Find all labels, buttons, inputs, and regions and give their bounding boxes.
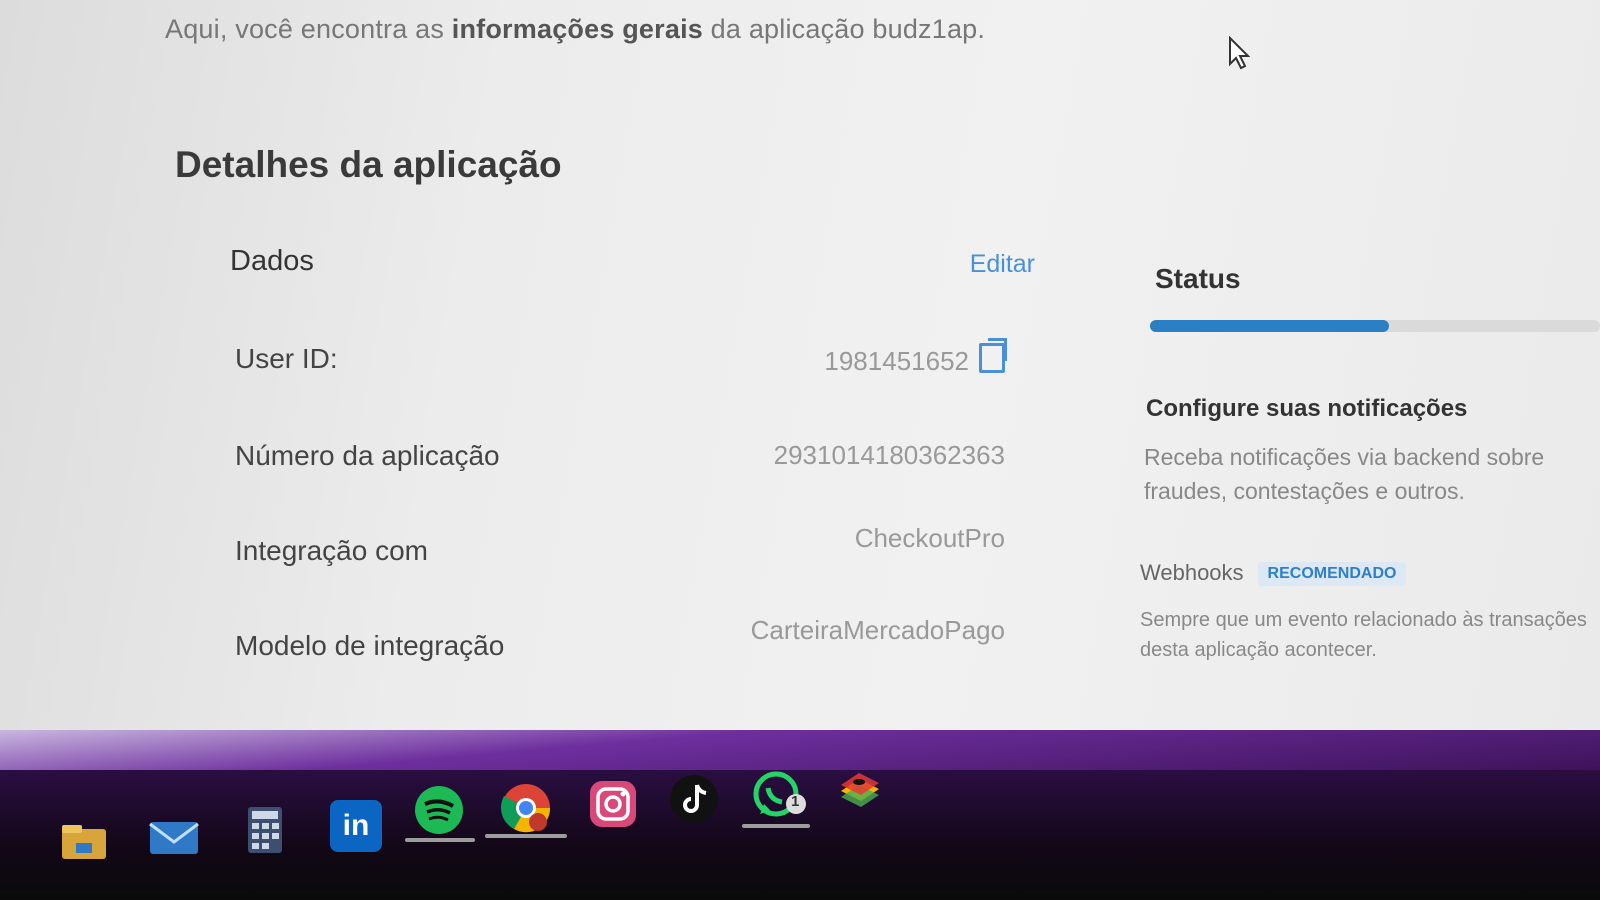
edit-button[interactable]: Editar [970, 250, 1035, 279]
chrome-icon[interactable] [500, 782, 552, 834]
webhooks-label: Webhooks [1140, 560, 1244, 585]
integration-model-row: Modelo de integração CarteiraMercadoPago [225, 615, 1025, 680]
status-title: Status [1155, 263, 1241, 294]
section-title: Detalhes da aplicação [175, 144, 562, 185]
spotify-icon[interactable] [413, 784, 465, 836]
status-progress-fill [1150, 320, 1389, 332]
app-number-row: Número da aplicação 2931014180362363 [225, 440, 1025, 490]
recommended-badge: RECOMENDADO [1257, 562, 1407, 586]
mail-icon[interactable] [148, 810, 200, 862]
taskbar: in 1 [0, 770, 1600, 900]
app-number-value: 2931014180362363 [773, 440, 1005, 470]
bluestacks-icon[interactable] [833, 765, 885, 817]
spotify-active-indicator [405, 838, 475, 842]
webhooks-option[interactable]: Webhooks RECOMENDADO [1140, 560, 1407, 586]
user-id-label: User ID: [235, 343, 338, 374]
status-progress-bar [1150, 320, 1600, 332]
copy-icon[interactable] [979, 338, 1007, 373]
mouse-cursor-icon [1229, 36, 1250, 70]
data-card: Dados Editar User ID: 1981451652 Número … [225, 240, 1045, 690]
whatsapp-icon[interactable]: 1 [752, 770, 806, 822]
calculator-icon[interactable] [240, 805, 292, 857]
user-id-value: 1981451652 [824, 346, 969, 376]
integration-value: CheckoutPro [854, 523, 1005, 553]
app-details-page: Aqui, você encontra as informações gerai… [0, 0, 1600, 760]
linkedin-glyph: in [342, 809, 370, 842]
tiktok-icon[interactable] [668, 773, 720, 825]
integration-row: Integração com CheckoutPro [225, 523, 1025, 585]
user-id-row: User ID: 1981451652 [225, 338, 1025, 393]
notifications-title: Configure suas notificações [1146, 395, 1468, 422]
app-number-label: Número da aplicação [235, 440, 500, 471]
status-panel: Status Configure suas notificações Receb… [1140, 255, 1600, 695]
instagram-icon[interactable] [587, 778, 639, 830]
whatsapp-notification-badge: 1 [791, 793, 800, 810]
intro-text: Aqui, você encontra as informações gerai… [165, 14, 986, 44]
chrome-active-indicator [485, 834, 567, 838]
integration-label: Integração com [235, 535, 428, 566]
whatsapp-active-indicator [742, 824, 810, 828]
user-id-value-wrap: 1981451652 [824, 338, 1007, 377]
notifications-description: Receba notificações via backend sobre fr… [1144, 444, 1545, 504]
file-explorer-icon[interactable] [58, 815, 110, 867]
linkedin-icon[interactable]: in [330, 800, 382, 852]
webhooks-description: Sempre que um evento relacionado às tran… [1140, 609, 1587, 661]
data-card-title: Dados [230, 245, 314, 277]
integration-model-value: CarteiraMercadoPago [750, 615, 1005, 645]
integration-model-label: Modelo de integração [235, 630, 505, 661]
